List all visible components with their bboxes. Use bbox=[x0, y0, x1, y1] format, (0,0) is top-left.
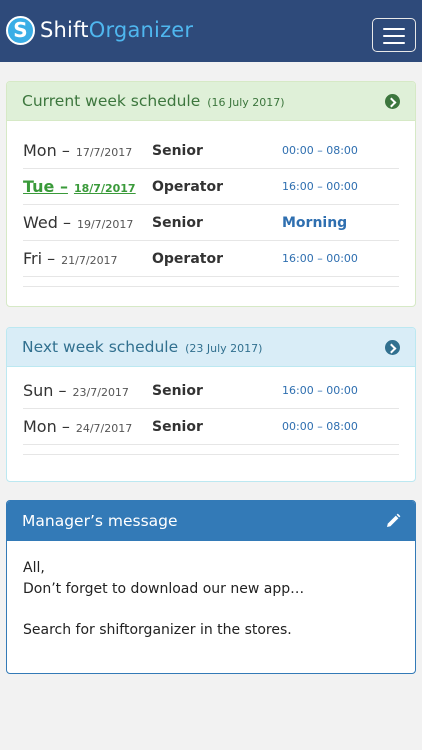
message-line bbox=[23, 599, 399, 620]
manager-message-text: All, Don’t forget to download our new app… bbox=[23, 558, 399, 640]
shift-date: 23/7/2017 bbox=[72, 386, 129, 399]
shift-day: Mon –17/7/2017 bbox=[23, 141, 133, 160]
next-week-header[interactable]: Next week schedule (23 July 2017) bbox=[7, 328, 415, 367]
chevron-right-circle-icon[interactable] bbox=[385, 340, 400, 355]
next-week-shifts: Sun –23/7/2017 Senior 16:00 – 00:00 Mon … bbox=[23, 373, 399, 455]
shift-role: Operator bbox=[152, 179, 223, 195]
manager-message-header: Manager’s message bbox=[7, 501, 415, 541]
manager-message-title: Manager’s message bbox=[22, 512, 178, 530]
app-logo[interactable]: S ShiftOrganizer bbox=[6, 16, 193, 45]
next-week-panel: Next week schedule (23 July 2017) Sun –2… bbox=[6, 327, 416, 482]
hamburger-icon bbox=[383, 42, 405, 44]
shift-day: Tue –18/7/2017 bbox=[23, 177, 136, 196]
shift-time: 16:00 – 00:00 bbox=[282, 384, 358, 397]
shift-date: 18/7/2017 bbox=[73, 182, 136, 195]
shift-date: 19/7/2017 bbox=[76, 218, 134, 231]
shift-time: Morning bbox=[282, 215, 348, 231]
shift-day: Mon –24/7/2017 bbox=[23, 417, 133, 436]
shift-time: 16:00 – 00:00 bbox=[282, 252, 358, 265]
hamburger-icon bbox=[383, 35, 405, 37]
app-name: ShiftOrganizer bbox=[40, 16, 193, 45]
shift-date: 21/7/2017 bbox=[61, 254, 118, 267]
app-name-part2: Organizer bbox=[88, 18, 194, 42]
current-week-title: Current week schedule (16 July 2017) bbox=[22, 82, 285, 122]
shift-day: Wed –19/7/2017 bbox=[23, 213, 134, 232]
shift-row[interactable]: Mon –17/7/2017 Senior 00:00 – 08:00 bbox=[23, 133, 399, 169]
shift-time: 16:00 – 00:00 bbox=[282, 180, 358, 193]
current-week-panel: Current week schedule (16 July 2017) Mon… bbox=[6, 81, 416, 307]
shift-row[interactable]: Sun –23/7/2017 Senior 16:00 – 00:00 bbox=[23, 373, 399, 409]
next-week-date: (23 July 2017) bbox=[185, 342, 263, 355]
shift-role: Senior bbox=[152, 383, 203, 399]
shift-row-today[interactable]: Tue –18/7/2017 Operator 16:00 – 00:00 bbox=[23, 169, 399, 205]
next-week-title: Next week schedule (23 July 2017) bbox=[22, 328, 262, 368]
shift-date: 17/7/2017 bbox=[75, 146, 133, 159]
shift-day: Sun –23/7/2017 bbox=[23, 381, 129, 400]
next-week-title-text: Next week schedule bbox=[22, 338, 179, 356]
current-week-date: (16 July 2017) bbox=[207, 96, 285, 109]
message-line: Don’t forget to download our new app… bbox=[23, 580, 305, 597]
hamburger-icon bbox=[383, 28, 405, 30]
shift-role: Senior bbox=[152, 215, 203, 231]
shift-role: Operator bbox=[152, 251, 223, 267]
shift-date: 24/7/2017 bbox=[75, 422, 133, 435]
current-week-shifts: Mon –17/7/2017 Senior 00:00 – 08:00 Tue … bbox=[23, 133, 399, 287]
logo-s-icon: S bbox=[6, 16, 35, 45]
current-week-title-text: Current week schedule bbox=[22, 92, 201, 110]
chevron-right-circle-icon[interactable] bbox=[385, 94, 400, 109]
shift-role: Senior bbox=[152, 419, 203, 435]
shift-time: 00:00 – 08:00 bbox=[282, 420, 358, 433]
app-name-part1: Shift bbox=[40, 18, 89, 42]
shift-row[interactable]: Mon –24/7/2017 Senior 00:00 – 08:00 bbox=[23, 409, 399, 445]
menu-toggle-button[interactable] bbox=[372, 18, 416, 52]
edit-pencil-icon[interactable] bbox=[385, 513, 401, 529]
manager-message-panel: Manager’s message All, Don’t forget to do… bbox=[6, 500, 416, 674]
shift-time: 00:00 – 08:00 bbox=[282, 144, 358, 157]
shift-role: Senior bbox=[152, 143, 203, 159]
current-week-header[interactable]: Current week schedule (16 July 2017) bbox=[7, 82, 415, 121]
shift-row[interactable]: Wed –19/7/2017 Senior Morning bbox=[23, 205, 399, 241]
shift-day: Fri –21/7/2017 bbox=[23, 249, 118, 268]
top-navbar: S ShiftOrganizer bbox=[0, 0, 422, 62]
message-line: All, bbox=[23, 560, 45, 576]
message-line: Search for shiftorganizer in the stores. bbox=[23, 621, 292, 638]
shift-row[interactable]: Fri –21/7/2017 Operator 16:00 – 00:00 bbox=[23, 241, 399, 277]
